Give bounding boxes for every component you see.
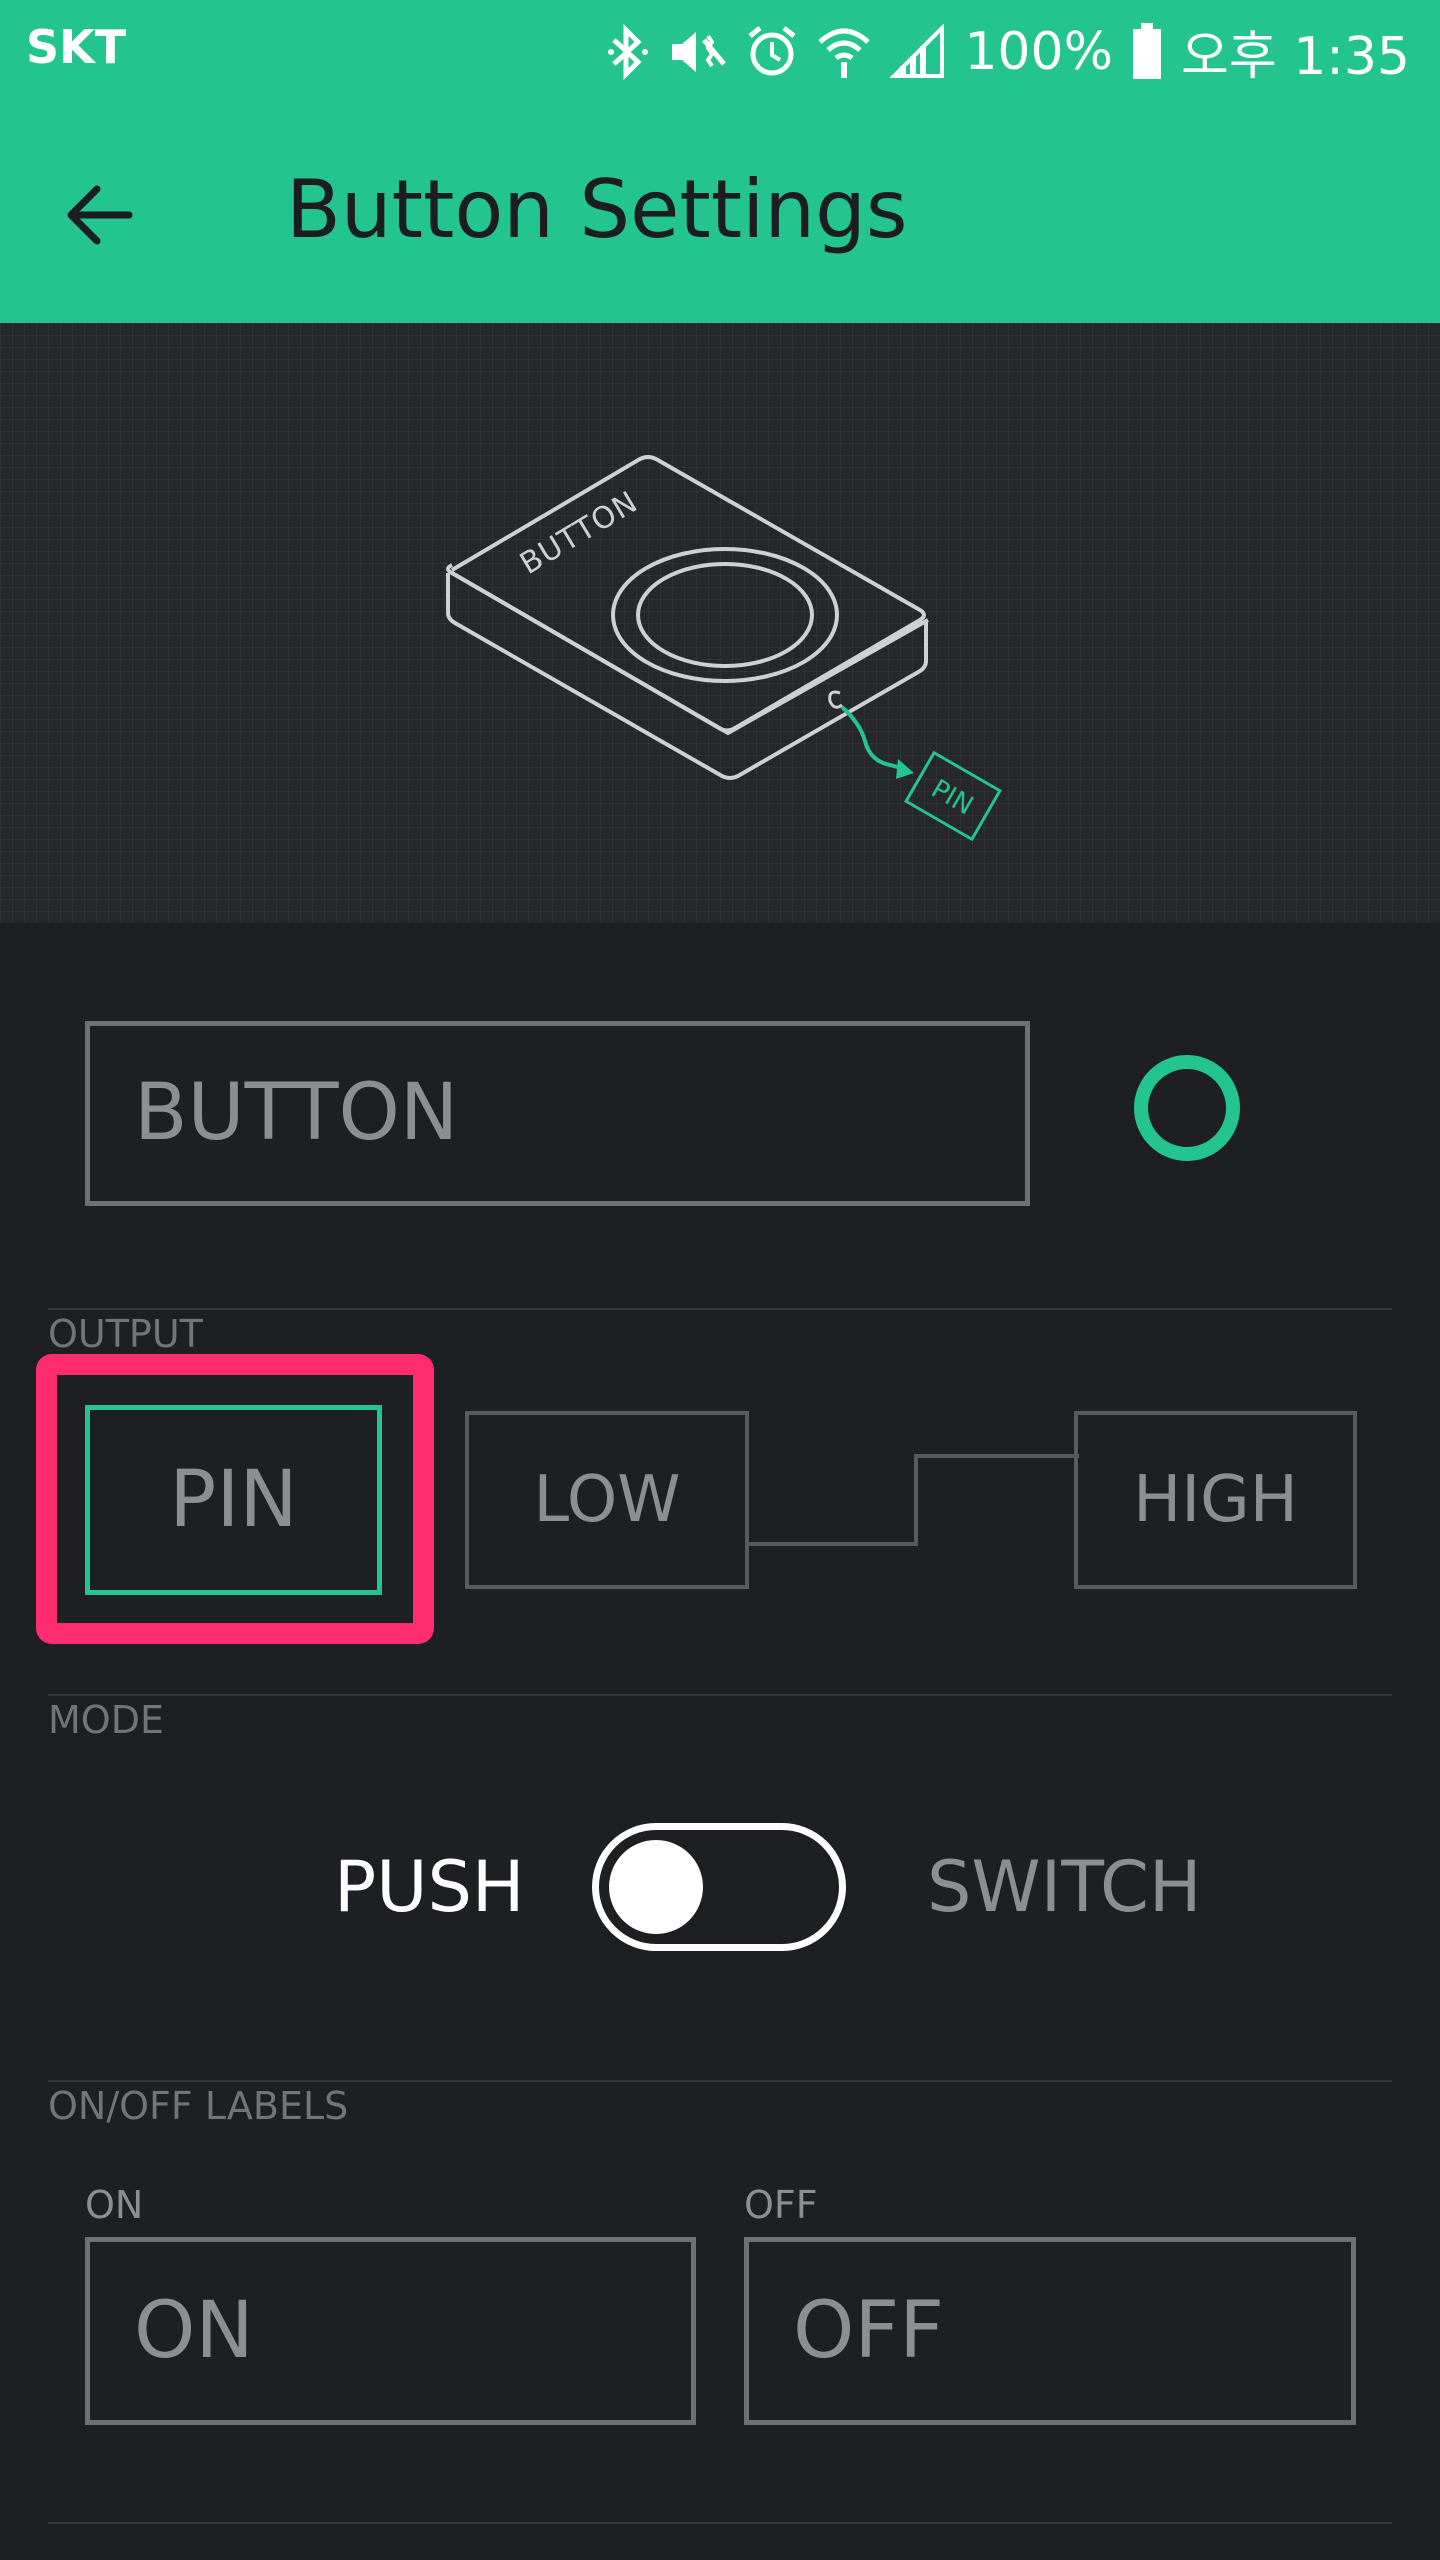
mode-section-label: MODE (48, 1698, 164, 1742)
battery-icon (1131, 22, 1163, 81)
status-bar: SKT 100% 오후 1:35 (0, 0, 1440, 105)
back-button[interactable] (50, 165, 150, 265)
vibrate-mute-icon (668, 24, 728, 80)
battery-percent: 100% (964, 21, 1114, 82)
divider (48, 2080, 1392, 2082)
app-bar: Button Settings (0, 105, 1440, 323)
clock: 오후 1:35 (1181, 27, 1410, 87)
alarm-icon (746, 24, 798, 80)
page-title: Button Settings (286, 163, 908, 256)
arrow-left-icon (67, 185, 133, 245)
low-value-button[interactable]: LOW (465, 1411, 749, 1589)
high-value-button[interactable]: HIGH (1074, 1411, 1357, 1589)
divider (48, 1694, 1392, 1696)
mode-toggle-switch[interactable] (592, 1823, 846, 1951)
wifi-icon (816, 24, 872, 80)
widget-preview: BUTTON PIN (0, 323, 1440, 923)
on-label-input[interactable]: ON (85, 2237, 696, 2425)
carrier-name: SKT (26, 20, 127, 74)
toggle-knob (609, 1840, 703, 1934)
output-section-label: OUTPUT (48, 1312, 203, 1356)
divider (48, 1308, 1392, 1310)
switch-mode-label[interactable]: SWITCH (927, 1846, 1201, 1928)
color-picker-button[interactable] (1134, 1055, 1240, 1161)
off-label-input[interactable]: OFF (744, 2237, 1356, 2425)
button-device-illustration: BUTTON PIN (446, 455, 1002, 842)
signal-wave-line (747, 1454, 1079, 1546)
off-field-caption: OFF (744, 2183, 818, 2227)
divider (48, 2522, 1392, 2524)
signal-icon (890, 23, 946, 80)
pin-tag-label: PIN (926, 774, 978, 821)
on-field-caption: ON (85, 2183, 144, 2227)
widget-name-input[interactable]: BUTTON (85, 1021, 1030, 1206)
onoff-section-label: ON/OFF LABELS (48, 2084, 349, 2128)
push-mode-label[interactable]: PUSH (334, 1846, 525, 1928)
pin-select-button[interactable]: PIN (85, 1405, 382, 1595)
bluetooth-icon (606, 23, 650, 80)
device-button-label: BUTTON (514, 485, 644, 582)
status-icons: 100% 오후 1:35 (606, 14, 1410, 89)
